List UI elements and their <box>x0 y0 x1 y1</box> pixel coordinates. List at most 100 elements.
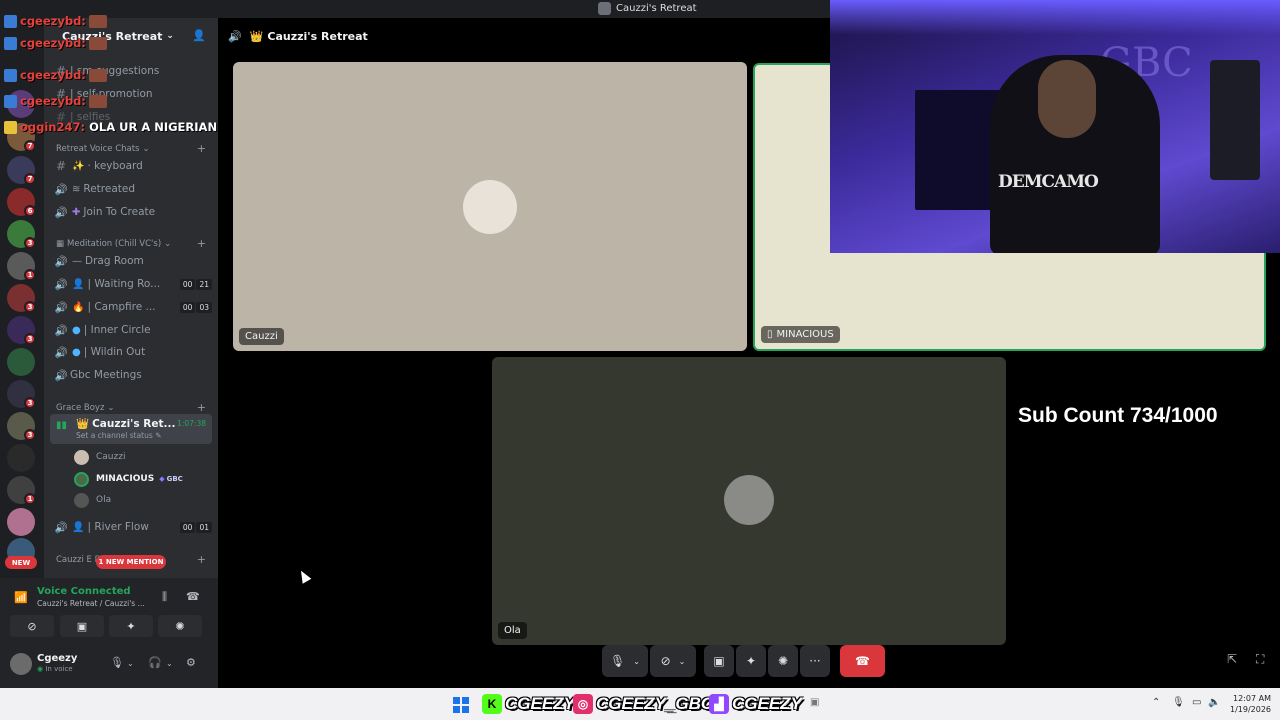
chevron-down-icon[interactable]: ⌄ <box>127 659 134 668</box>
camera-off-icon: ⊘ <box>27 619 37 633</box>
microphone-icon[interactable]: 🎙 <box>110 656 124 669</box>
channel-wildin-out[interactable]: 🔊 ● | Wildin Out <box>52 342 212 362</box>
voice-member[interactable]: Ola <box>74 491 111 509</box>
clock[interactable]: 12:07 AM 1/19/2026 <box>1230 693 1271 715</box>
kick-icon: K <box>482 694 502 714</box>
tile-label: ▯ MINACIOUS <box>761 326 840 343</box>
display-icon[interactable]: ▭ <box>1192 697 1201 708</box>
signal-icon[interactable]: 📶 <box>14 591 28 604</box>
avatar[interactable] <box>10 653 32 675</box>
screen-share-button[interactable]: ▣ <box>704 645 734 677</box>
channel-river-flow[interactable]: 🔊 👤 | River Flow 00 01 <box>52 517 212 537</box>
camera-off-button[interactable]: ⊘ <box>10 615 54 637</box>
clock-time: 12:07 AM <box>1233 694 1272 703</box>
new-mention-pill[interactable]: 1 NEW MENTION <box>96 555 166 569</box>
voice-status[interactable]: Voice Connected <box>37 586 131 597</box>
channel-drag-room[interactable]: 🔊 — Drag Room <box>52 251 212 271</box>
channel-join-to-create[interactable]: 🔊 ✚ Join To Create <box>52 202 212 222</box>
user-limit: 00 03 <box>179 301 212 313</box>
activities-button[interactable]: ✦ <box>736 645 766 677</box>
channel-gbc-meetings[interactable]: 🔊 Gbc Meetings <box>52 365 212 385</box>
speaker-icon: 🔊 <box>54 301 68 314</box>
wave-icon: ≋ <box>72 183 81 195</box>
emote-icon <box>88 94 107 108</box>
fullscreen-icon[interactable]: ⛶ <box>1256 652 1264 667</box>
add-channel-icon[interactable]: + <box>197 401 206 414</box>
user-status: ◉ In voice <box>37 665 73 673</box>
call-duration: 1:07:38 <box>177 419 206 428</box>
mute-button[interactable]: 🎙 ⌄ <box>602 645 648 677</box>
tile-label-text: Cauzzi <box>245 331 278 342</box>
channel-keyboard[interactable]: # ✨ · keyboard <box>52 156 212 176</box>
camera-button[interactable]: ⊘ ⌄ <box>650 645 696 677</box>
avatar <box>74 492 89 508</box>
voice-member[interactable]: MINACIOUS ◆ GBC <box>74 470 183 488</box>
add-channel-icon[interactable]: + <box>197 237 206 250</box>
noise-suppression-icon[interactable]: ⫼ <box>162 590 167 604</box>
activities-button[interactable]: ✦ <box>109 615 153 637</box>
more-button[interactable]: ··· <box>800 645 830 677</box>
mic-arm <box>1210 60 1260 180</box>
call-title: Cauzzi's Retreat <box>267 29 368 43</box>
notification-badge: 3 <box>24 429 36 441</box>
user-limit-count: 03 <box>196 301 212 313</box>
dash-icon: — <box>72 255 82 267</box>
app-icon[interactable]: ▣ <box>810 697 819 708</box>
screen-share-button[interactable]: ▣ <box>60 615 104 637</box>
channel-label: Gbc Meetings <box>70 369 142 381</box>
category-grace-boyz[interactable]: Grace Boyz ⌄ + <box>56 401 206 414</box>
chevron-down-icon[interactable]: ⌄ <box>166 659 173 668</box>
channel-label: | Wildin Out <box>83 346 146 358</box>
avatar <box>74 449 89 465</box>
video-tile-cauzzi[interactable]: Cauzzi <box>233 62 747 351</box>
new-pill[interactable]: NEW <box>5 556 37 569</box>
channel-label: Retreated <box>83 183 136 195</box>
invite-icon[interactable]: 👤 <box>192 29 206 43</box>
video-tile-ola[interactable]: Ola <box>492 357 1006 645</box>
window-title: Cauzzi's Retreat <box>598 2 697 15</box>
username[interactable]: Cgeezy <box>37 653 77 664</box>
channel-retreated[interactable]: 🔊 ≋ Retreated <box>52 179 212 199</box>
social-instagram: ◎ CGEEZY_GBC <box>573 693 713 715</box>
add-channel-icon[interactable]: + <box>197 142 206 155</box>
channel-status[interactable]: Set a channel status ✎ <box>76 431 161 440</box>
voice-panel: 📶 Voice Connected Cauzzi's Retreat / Cau… <box>0 578 218 688</box>
speaker-icon: 🔊 <box>54 278 68 291</box>
headphones-icon[interactable]: 🎧 <box>148 656 162 669</box>
category-label: Retreat Voice Chats <box>56 143 140 154</box>
disconnect-button[interactable]: ☎ <box>840 645 885 677</box>
disconnect-icon[interactable]: ☎ <box>186 590 200 603</box>
voice-member[interactable]: Cauzzi <box>74 448 125 466</box>
user-limit-count: 21 <box>196 278 212 290</box>
channel-campfire[interactable]: 🔊 🔥 | Campfire ... 00 03 <box>52 297 212 317</box>
chevron-up-icon[interactable]: ⌃ <box>1152 697 1160 708</box>
soundboard-button[interactable]: ✺ <box>768 645 798 677</box>
chat-badge-icon <box>4 68 17 82</box>
gem-icon: ◆ <box>159 475 165 483</box>
soundboard-button[interactable]: ✺ <box>158 615 202 637</box>
server-icon[interactable] <box>7 444 35 472</box>
server-icon[interactable] <box>7 508 35 536</box>
add-channel-icon[interactable]: + <box>197 553 206 566</box>
activities-icon: ✦ <box>126 619 136 633</box>
pencil-icon: ✎ <box>155 431 162 440</box>
emote-icon <box>88 14 107 28</box>
category-retreat-voice[interactable]: Retreat Voice Chats ⌄ + <box>56 142 206 155</box>
server-icon[interactable] <box>7 348 35 376</box>
volume-icon[interactable]: 🔈 <box>1208 697 1220 708</box>
voice-location[interactable]: Cauzzi's Retreat / Cauzzi's ... <box>37 599 145 608</box>
chat-badge-icon <box>4 36 17 50</box>
user-limit-count: 01 <box>196 521 212 533</box>
pop-out-icon[interactable]: ⇱ <box>1227 652 1237 666</box>
windows-start-icon[interactable] <box>453 697 469 713</box>
category-meditation[interactable]: ▦ Meditation (Chill VC's) ⌄ + <box>56 237 206 250</box>
settings-icon[interactable]: ⚙ <box>186 656 196 669</box>
channel-waiting-room[interactable]: 🔊 👤 | Waiting Ro... 00 21 <box>52 274 212 294</box>
guild-tag: ◆ GBC <box>159 475 183 483</box>
channel-inner-circle[interactable]: 🔊 ● | Inner Circle <box>52 320 212 340</box>
active-voice-channel[interactable]: ▮▮ 👑 Cauzzi's Ret... Set a channel status… <box>50 414 212 444</box>
notification-badge: 1 <box>24 269 36 281</box>
microphone-icon: 🎙 <box>610 654 626 668</box>
microphone-icon[interactable]: 🎙 <box>1172 697 1185 708</box>
mobile-icon: ▯ <box>767 329 773 340</box>
